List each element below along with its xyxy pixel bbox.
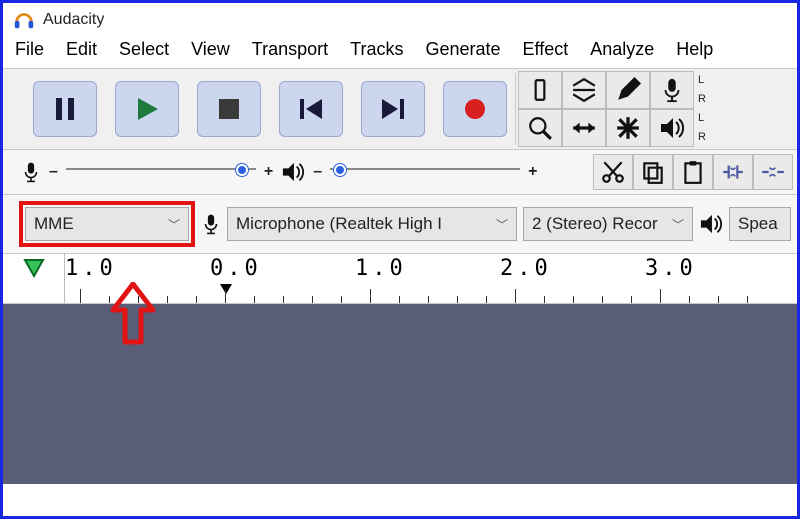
playback-device-value: Spea [738, 214, 778, 234]
skip-start-button[interactable] [279, 81, 343, 137]
silence-button[interactable] [753, 154, 793, 190]
recording-volume-slider[interactable] [66, 168, 256, 176]
annotation-highlight: MME ﹀ [19, 201, 195, 247]
recording-device-value: Microphone (Realtek High I [236, 214, 442, 234]
rec-meter-mic-icon[interactable] [650, 71, 694, 109]
stop-icon [218, 98, 240, 120]
mic-icon [201, 213, 221, 235]
speaker-icon [699, 213, 723, 235]
chevron-down-icon: ﹀ [496, 216, 508, 233]
menubar: File Edit Select View Transport Tracks G… [3, 35, 797, 68]
skip-end-icon [380, 98, 406, 120]
menu-effect[interactable]: Effect [523, 39, 569, 60]
pause-button[interactable] [33, 81, 97, 137]
selection-tool[interactable] [518, 71, 562, 109]
rec-vol-min: – [49, 163, 58, 181]
pin-head-icon[interactable] [23, 258, 45, 278]
rec-vol-max: + [264, 163, 273, 181]
cut-button[interactable] [593, 154, 633, 190]
timeshift-tool[interactable] [562, 109, 606, 147]
device-toolbar: MME ﹀ Microphone (Realtek High I ﹀ 2 (St… [3, 195, 797, 254]
ruler-ticks [65, 287, 797, 303]
chevron-down-icon: ﹀ [672, 216, 684, 233]
menu-tracks[interactable]: Tracks [350, 39, 403, 60]
menu-analyze[interactable]: Analyze [590, 39, 654, 60]
draw-tool[interactable] [606, 71, 650, 109]
menu-generate[interactable]: Generate [425, 39, 500, 60]
pause-icon [54, 96, 76, 122]
edit-toolbar [593, 154, 793, 190]
recording-device-dropdown[interactable]: Microphone (Realtek High I ﹀ [227, 207, 517, 241]
stop-button[interactable] [197, 81, 261, 137]
ruler-label: 2.0 [500, 256, 552, 281]
play-meter-speaker-icon[interactable] [650, 109, 694, 147]
play-vol-max: + [528, 163, 537, 181]
slider-thumb[interactable] [334, 164, 346, 176]
label-r: R [698, 94, 706, 105]
label-l: L [698, 75, 706, 86]
audio-host-dropdown[interactable]: MME ﹀ [25, 207, 189, 241]
recording-channels-value: 2 (Stereo) Recor [532, 214, 658, 234]
menu-select[interactable]: Select [119, 39, 169, 60]
ruler-label: 3.0 [645, 256, 697, 281]
zoom-tool[interactable] [518, 109, 562, 147]
ruler-label: 0.0 [210, 256, 262, 281]
copy-button[interactable] [633, 154, 673, 190]
tracks-area[interactable] [3, 304, 797, 484]
rec-meter-lr: L R L R [696, 69, 708, 149]
paste-button[interactable] [673, 154, 713, 190]
playback-device-dropdown[interactable]: Spea [729, 207, 791, 241]
record-icon [463, 97, 487, 121]
trim-button[interactable] [713, 154, 753, 190]
app-title: Audacity [43, 11, 104, 29]
label-l2: L [698, 113, 706, 124]
app-icon [13, 9, 35, 31]
transport-toolbar: L R L R [3, 68, 797, 150]
skip-start-icon [298, 98, 324, 120]
ruler-label: 1.0 [65, 256, 117, 281]
mixer-toolbar: – + – + [3, 150, 797, 195]
menu-help[interactable]: Help [676, 39, 713, 60]
envelope-tool[interactable] [562, 71, 606, 109]
audio-host-value: MME [34, 214, 74, 234]
label-r2: R [698, 132, 706, 143]
mic-icon [21, 161, 41, 183]
ruler-label: 1.0 [355, 256, 407, 281]
menu-transport[interactable]: Transport [252, 39, 328, 60]
tools-toolbar [516, 69, 696, 149]
menu-file[interactable]: File [15, 39, 44, 60]
recording-channels-dropdown[interactable]: 2 (Stereo) Recor ﹀ [523, 207, 693, 241]
speaker-icon [281, 161, 305, 183]
timeline-ruler[interactable]: 1.0 0.0 1.0 2.0 3.0 [3, 254, 797, 304]
play-icon [134, 96, 160, 122]
slider-thumb[interactable] [236, 164, 248, 176]
skip-end-button[interactable] [361, 81, 425, 137]
multi-tool[interactable] [606, 109, 650, 147]
menu-view[interactable]: View [191, 39, 230, 60]
play-button[interactable] [115, 81, 179, 137]
menu-edit[interactable]: Edit [66, 39, 97, 60]
play-vol-min: – [313, 163, 322, 181]
chevron-down-icon: ﹀ [168, 216, 180, 233]
playback-volume-slider[interactable] [330, 168, 520, 176]
titlebar: Audacity [3, 3, 797, 35]
record-button[interactable] [443, 81, 507, 137]
